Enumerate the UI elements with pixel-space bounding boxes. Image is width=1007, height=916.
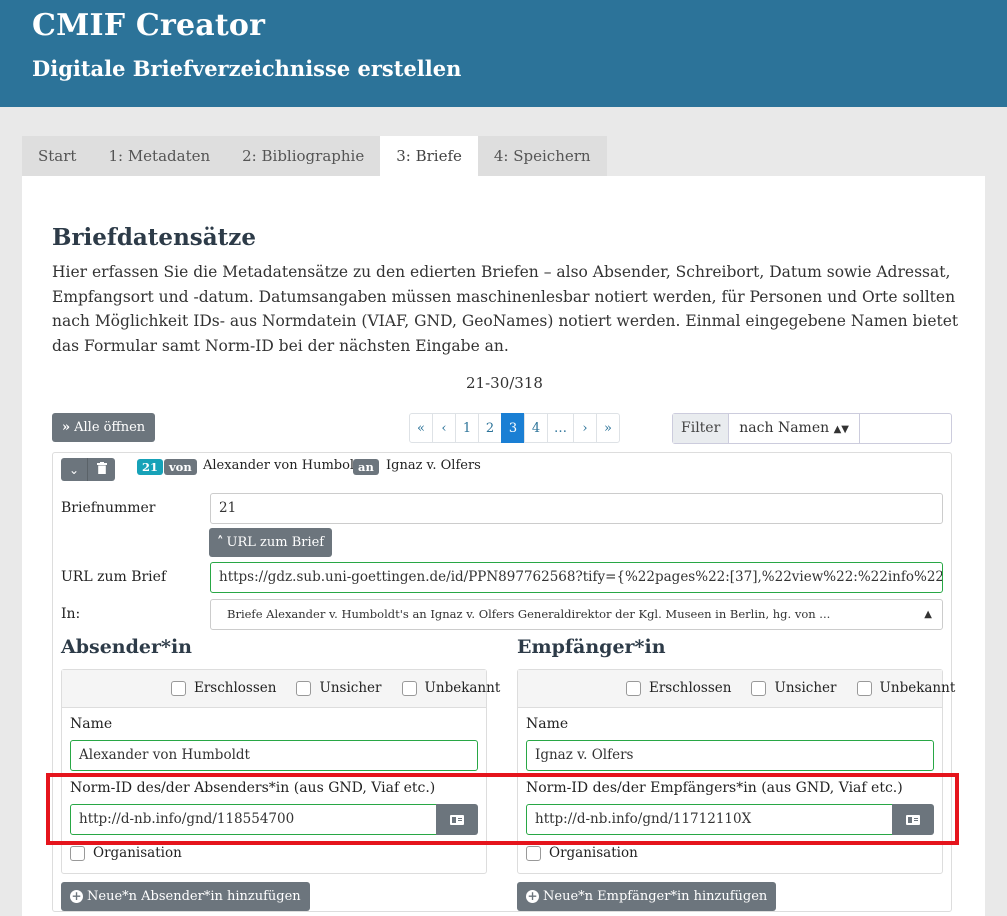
tab-start[interactable]: Start	[22, 136, 93, 176]
page-ellipsis[interactable]: …	[547, 413, 574, 443]
recipient-unbekannt[interactable]: Unbekannt	[856, 680, 955, 696]
intro-text: Hier erfassen Sie die Metadatensätze zu …	[52, 263, 959, 355]
tab-briefe[interactable]: 3: Briefe	[380, 136, 478, 176]
delete-button[interactable]	[88, 458, 115, 481]
sender-organisation[interactable]: Organisation	[70, 845, 182, 861]
recipient-summary: Ignaz v. Olfers	[386, 458, 481, 473]
filter-group: Filter nach Namen ▲▼	[672, 413, 952, 444]
sender-name-input[interactable]: Alexander von Humboldt	[70, 740, 478, 771]
in-label: In:	[61, 606, 81, 622]
recipient-name-label: Name	[526, 716, 569, 732]
checkbox[interactable]	[526, 845, 541, 861]
filter-label: Filter	[673, 414, 730, 443]
recipient-flags: Erschlossen Unsicher Unbekannt	[626, 680, 975, 696]
highlight-box	[46, 773, 959, 845]
checkbox[interactable]	[296, 680, 312, 696]
select-arrows-icon: ▲	[924, 609, 932, 620]
tab-bibliographie[interactable]: 2: Bibliographie	[226, 136, 381, 176]
app-header: CMIF Creator Digitale Briefverzeichnisse…	[0, 0, 1007, 107]
briefnummer-label: Briefnummer	[61, 500, 156, 516]
page-4[interactable]: 4	[524, 413, 548, 443]
bibliography-value: Briefe Alexander v. Humboldt's an Ignaz …	[227, 607, 831, 621]
letter-number-badge: 21	[137, 459, 164, 475]
checkbox[interactable]	[626, 680, 641, 696]
sort-arrows-icon: ▲▼	[833, 424, 849, 435]
recipient-name-input[interactable]: Ignaz v. Olfers	[526, 740, 934, 771]
recipient-organisation[interactable]: Organisation	[526, 845, 638, 861]
double-chevron-right-icon: »	[62, 420, 71, 435]
open-all-button[interactable]: » Alle öffnen	[52, 413, 156, 442]
tab-bar: Start 1: Metadaten 2: Bibliographie 3: B…	[22, 136, 607, 176]
plus-circle-icon: +	[526, 889, 539, 903]
tab-speichern[interactable]: 4: Speichern	[477, 136, 607, 176]
sender-summary: Alexander von Humboldt	[203, 458, 368, 473]
filter-input[interactable]	[860, 414, 951, 443]
collapse-button[interactable]: ⌄	[61, 458, 88, 481]
recipient-unsicher[interactable]: Unsicher	[751, 680, 837, 696]
sender-unsicher[interactable]: Unsicher	[296, 680, 382, 696]
app-subtitle: Digitale Briefverzeichnisse erstellen	[32, 56, 462, 81]
to-badge: an	[353, 459, 379, 475]
page-2[interactable]: 2	[478, 413, 502, 443]
from-badge: von	[164, 459, 197, 475]
url-label: URL zum Brief	[61, 569, 167, 585]
page-next[interactable]: ›	[573, 413, 597, 443]
url-toggle-button[interactable]: ˄ URL zum Brief	[209, 528, 333, 557]
page-last[interactable]: »	[596, 413, 620, 443]
open-all-label: Alle öffnen	[74, 420, 146, 435]
pagination: « ‹ 1 2 3 4 … › »	[409, 413, 620, 443]
trash-icon	[96, 462, 107, 477]
page-first[interactable]: «	[409, 413, 433, 443]
chevron-down-icon: ⌄	[68, 462, 80, 477]
record-count: 21-30/318	[466, 374, 543, 392]
sender-erschlossen[interactable]: Erschlossen	[171, 680, 276, 696]
checkbox[interactable]	[401, 680, 417, 696]
briefnummer-input[interactable]: 21	[210, 493, 943, 524]
sender-title: Absender*in	[61, 636, 192, 658]
add-sender-button[interactable]: + Neue*n Absender*in hinzufügen	[61, 882, 310, 911]
recipient-title: Empfänger*in	[517, 636, 666, 658]
tab-metadaten[interactable]: 1: Metadaten	[92, 136, 227, 176]
recipient-erschlossen[interactable]: Erschlossen	[626, 680, 731, 696]
app-title: CMIF Creator	[32, 8, 266, 43]
filter-mode-select[interactable]: nach Namen ▲▼	[729, 414, 860, 443]
page-3[interactable]: 3	[501, 413, 525, 443]
letter-controls: ⌄	[61, 458, 115, 481]
checkbox[interactable]	[751, 680, 767, 696]
sender-name-label: Name	[70, 716, 113, 732]
checkbox[interactable]	[856, 680, 872, 696]
checkbox[interactable]	[171, 680, 186, 696]
bibliography-select[interactable]: Briefe Alexander v. Humboldt's an Ignaz …	[210, 599, 943, 630]
url-toggle-label: URL zum Brief	[226, 535, 325, 550]
sender-unbekannt[interactable]: Unbekannt	[401, 680, 500, 696]
add-recipient-button[interactable]: + Neue*n Empfänger*in hinzufügen	[517, 882, 777, 911]
page-1[interactable]: 1	[455, 413, 479, 443]
sender-flags: Erschlossen Unsicher Unbekannt	[171, 680, 520, 696]
checkbox[interactable]	[70, 845, 85, 861]
chevron-up-icon: ˄	[217, 535, 224, 550]
section-title: Briefdatensätze	[52, 224, 256, 251]
page-prev[interactable]: ‹	[432, 413, 456, 443]
url-input[interactable]: https://gdz.sub.uni-goettingen.de/id/PPN…	[210, 562, 943, 593]
plus-circle-icon: +	[70, 889, 83, 903]
filter-mode-value: nach Namen	[739, 420, 830, 436]
